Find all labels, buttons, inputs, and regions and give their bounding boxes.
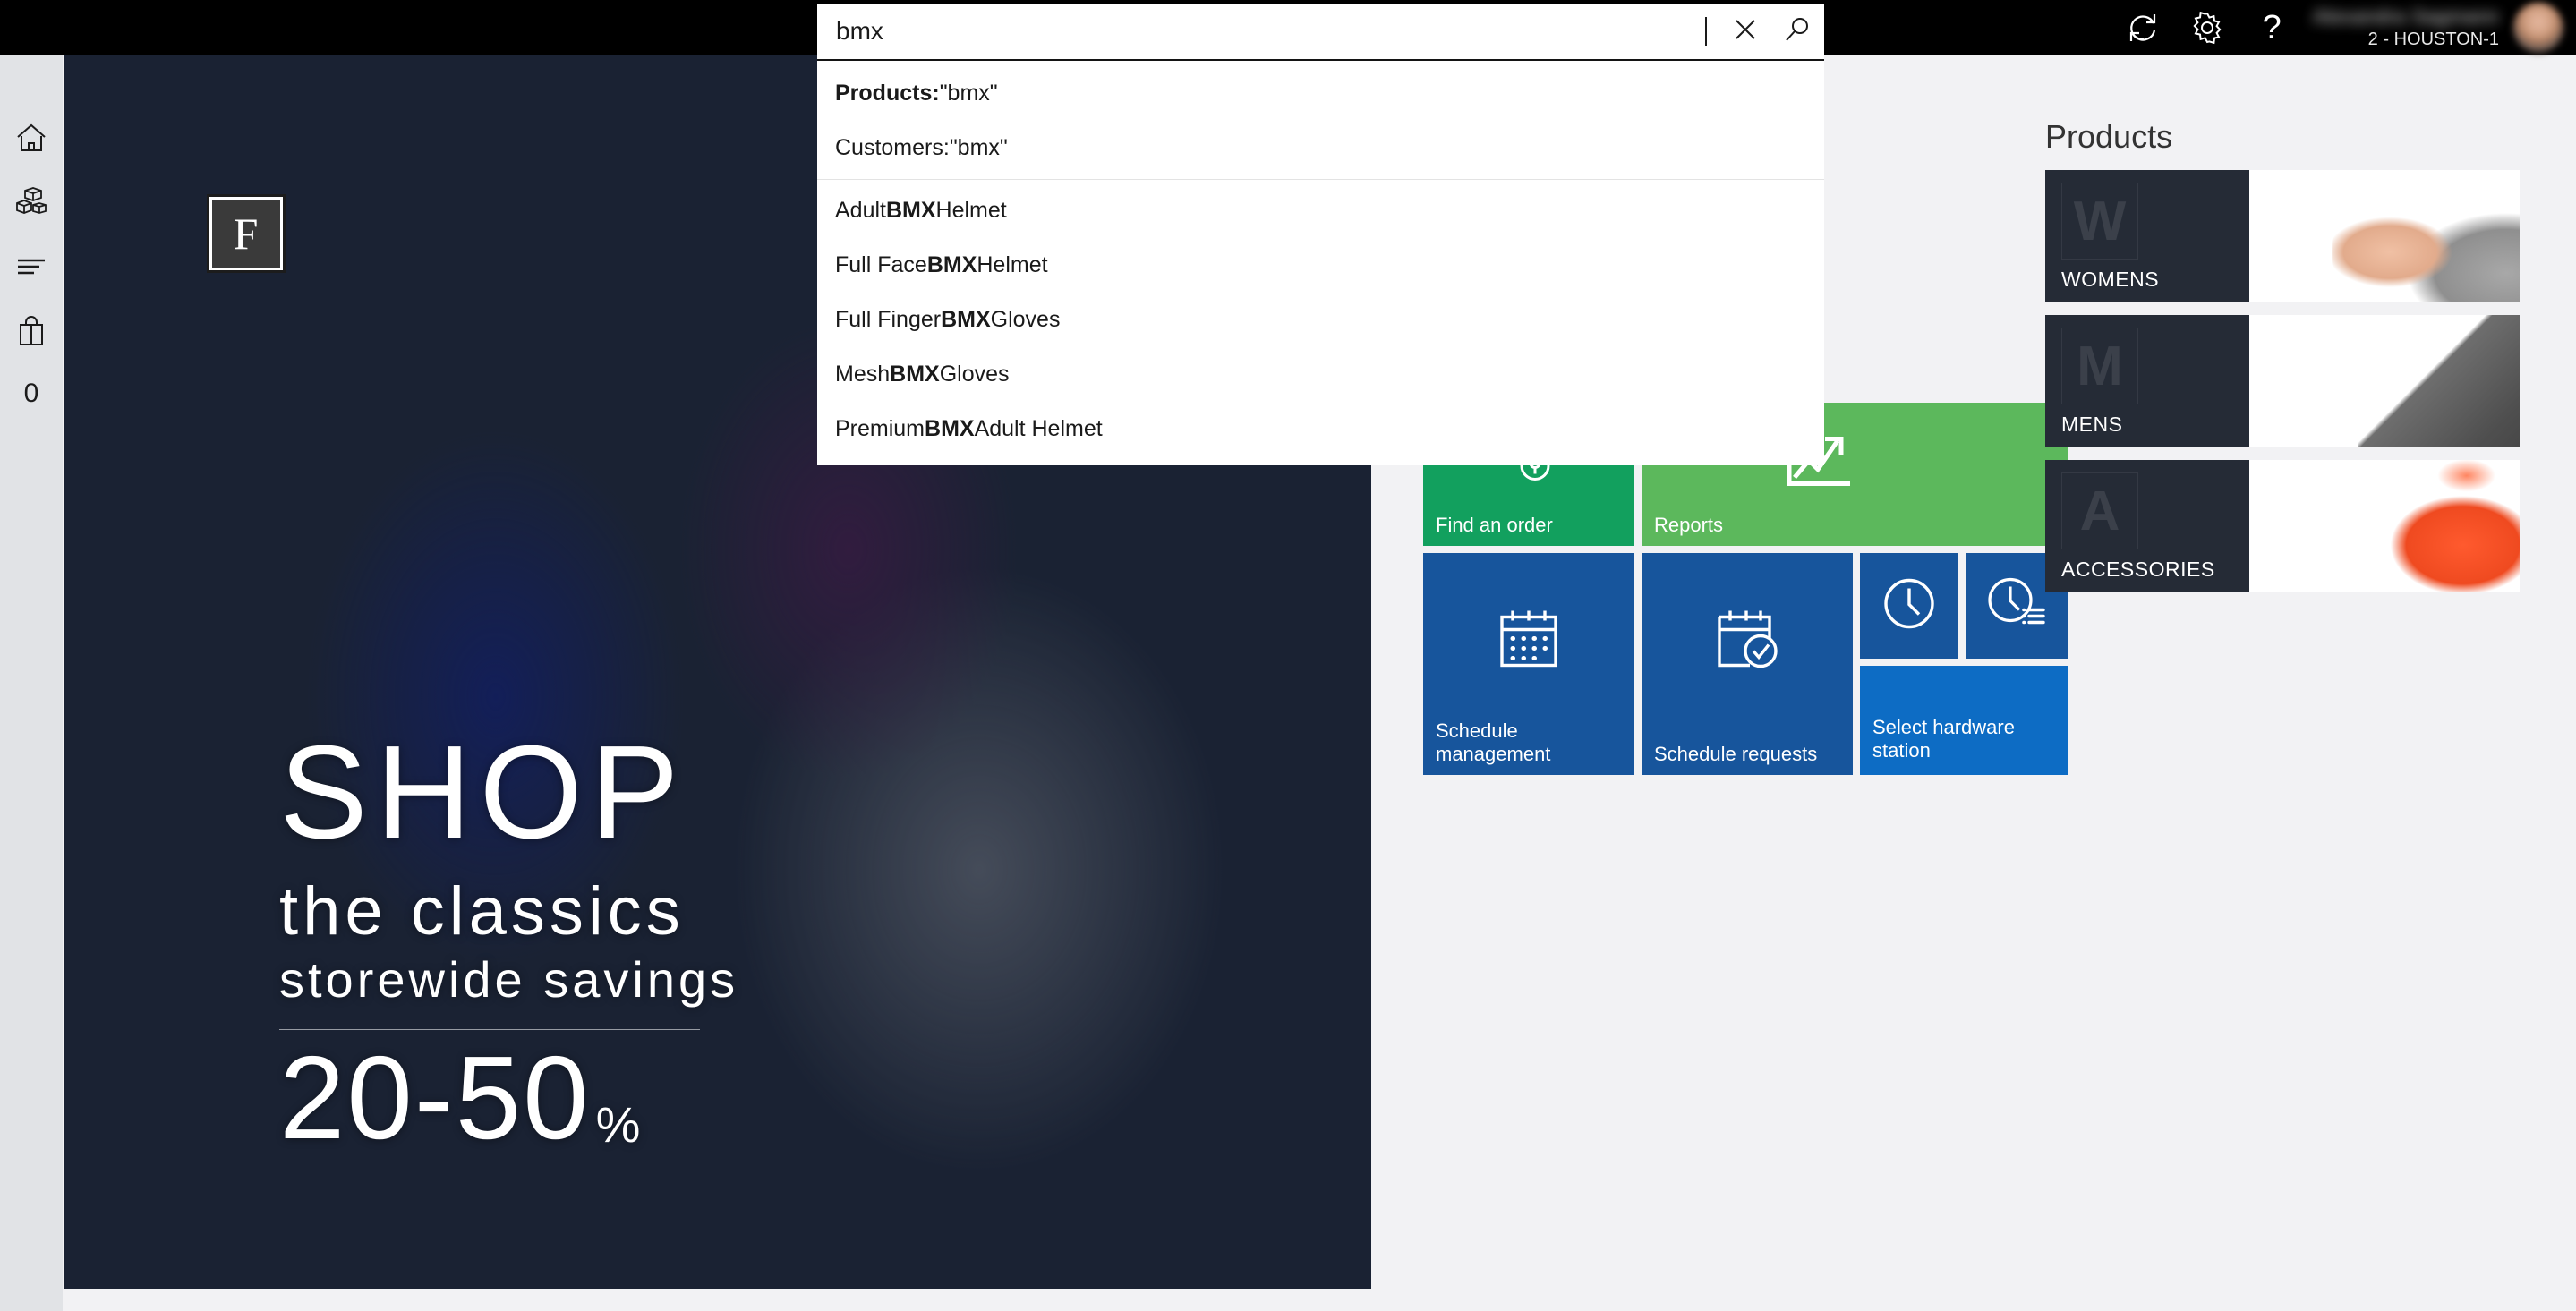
product-category-label: MENS [2061, 413, 2123, 436]
product-thumb: A ACCESSORIES [2045, 460, 2249, 592]
search-clear-button[interactable] [1719, 4, 1771, 59]
cart-item-count[interactable]: 0 [0, 365, 63, 422]
suggestion-text-match: BMX [941, 307, 991, 332]
hero-copy: SHOP the classics storewide savings 20-5… [279, 727, 780, 1157]
suggestion-text-after: Helmet [977, 252, 1048, 277]
product-photo [2249, 170, 2520, 302]
tile-label: Select hardware station [1872, 716, 2015, 762]
suggestion-scope-products[interactable]: Products: "bmx" [817, 66, 1824, 121]
suggestion-text-match: BMX [885, 198, 936, 223]
suggestion-text-before: Mesh [835, 362, 891, 387]
suggestion-text-after: Gloves [990, 307, 1061, 332]
calendar-check-icon [1714, 609, 1780, 676]
hero-divider [279, 1029, 700, 1031]
sidebar-item-journals[interactable] [0, 236, 63, 301]
top-bar-actions: ? Alexandra Sagmann 2 - HOUSTON-1 [2111, 0, 2576, 55]
suggestion-text-before: Full Face [835, 252, 927, 277]
product-thumb: W WOMENS [2045, 170, 2249, 302]
suggestion-text-match: BMX [925, 416, 975, 441]
product-category-label: ACCESSORIES [2061, 558, 2215, 581]
sidebar-item-products[interactable] [0, 172, 63, 236]
hero-discount-percent: % [595, 1096, 643, 1154]
suggestions-divider [817, 179, 1824, 180]
search-input[interactable] [818, 4, 1718, 58]
tile-label: Reports [1654, 514, 1724, 536]
products-panel-title: Products [2045, 118, 2173, 155]
suggestion-text-match: BMX [890, 362, 940, 387]
hero-headline: SHOP [279, 719, 687, 866]
sidebar-item-cart[interactable] [0, 301, 63, 365]
refresh-button[interactable] [2111, 0, 2175, 55]
suggestion-scope-query: "bmx" [939, 81, 998, 106]
gear-icon [2190, 11, 2224, 45]
hero-discount: 20-50 % [279, 1039, 780, 1157]
home-icon [15, 123, 47, 157]
suggestion-text-before: Adult [835, 198, 886, 223]
product-thumb: M MENS [2045, 315, 2249, 447]
user-profile[interactable]: Alexandra Sagmann 2 - HOUSTON-1 [2304, 0, 2513, 55]
products-panel: Products W WOMENS M MENS A ACCESSORIES [2045, 118, 2576, 605]
suggestion-scope-query: "bmx" [949, 135, 1008, 160]
suggestion-text-after: Gloves [939, 362, 1010, 387]
tile-select-hardware-station[interactable]: Select hardware station [1860, 666, 2068, 775]
tile-label: Schedule requests [1654, 743, 1818, 765]
product-photo [2249, 315, 2520, 447]
suggestion-text-after: Helmet [935, 198, 1007, 223]
user-name: Alexandra Sagmann [2313, 5, 2499, 28]
suggestion-text-after: Adult Helmet [974, 416, 1103, 441]
settings-button[interactable] [2175, 0, 2239, 55]
refresh-icon [2126, 11, 2160, 45]
suggestion-item[interactable]: Full Face BMX Helmet [817, 238, 1824, 293]
hero-subline-1: the classics [279, 873, 685, 949]
suggestion-scope-customers[interactable]: Customers: "bmx" [817, 121, 1824, 175]
help-button[interactable]: ? [2239, 0, 2304, 55]
cart-bag-icon [18, 315, 45, 351]
product-category-label: WOMENS [2061, 268, 2160, 291]
suggestion-text-before: Full Finger [835, 307, 942, 332]
hero-discount-range: 20-50 [279, 1032, 591, 1164]
hero-brand-logo: F [209, 197, 283, 270]
tile-time-clock[interactable] [1860, 553, 1958, 659]
tile-label: Find an order [1436, 514, 1553, 536]
clock-list-icon [1986, 576, 2047, 636]
tile-schedule-requests[interactable]: Schedule requests [1642, 553, 1853, 775]
help-icon: ? [2262, 9, 2282, 47]
suggestion-text-before: Premium [835, 416, 925, 441]
tile-schedule-management[interactable]: Schedule management [1423, 553, 1634, 775]
search-submit-button[interactable] [1771, 4, 1823, 59]
product-card-womens[interactable]: W WOMENS [2045, 170, 2520, 302]
tile-label: Schedule management [1436, 719, 1551, 765]
avatar[interactable] [2513, 3, 2563, 53]
search-text-caret [1705, 17, 1707, 46]
search-suggestions-dropdown: Products: "bmx" Customers: "bmx" Adult B… [817, 59, 1824, 465]
suggestion-item[interactable]: Full Finger BMX Gloves [817, 293, 1824, 347]
sidebar-item-home[interactable] [0, 107, 63, 172]
suggestion-scope-label: Customers: [835, 135, 950, 160]
suggestion-text-match: BMX [926, 252, 977, 277]
suggestion-scope-label: Products: [835, 81, 940, 106]
suggestion-item[interactable]: Premium BMX Adult Helmet [817, 402, 1824, 456]
user-store: 2 - HOUSTON-1 [2367, 30, 2499, 49]
left-rail: 0 [0, 0, 63, 1311]
product-card-mens[interactable]: M MENS [2045, 315, 2520, 447]
clock-icon [1881, 576, 1937, 636]
close-icon [1734, 18, 1757, 46]
suggestion-item[interactable]: Mesh BMX Gloves [817, 347, 1824, 402]
hero-subline-2: storewide savings [279, 951, 739, 1009]
product-initial: A [2061, 472, 2138, 549]
calendar-icon [1497, 609, 1561, 676]
search-bar[interactable] [817, 4, 1824, 59]
product-photo [2249, 460, 2520, 592]
suggestion-item[interactable]: Adult BMX Helmet [817, 183, 1824, 238]
search-icon [1785, 17, 1810, 47]
list-icon [16, 258, 47, 280]
products-icon [14, 186, 48, 222]
product-card-accessories[interactable]: A ACCESSORIES [2045, 460, 2520, 592]
product-initial: M [2061, 328, 2138, 404]
product-initial: W [2061, 183, 2138, 260]
